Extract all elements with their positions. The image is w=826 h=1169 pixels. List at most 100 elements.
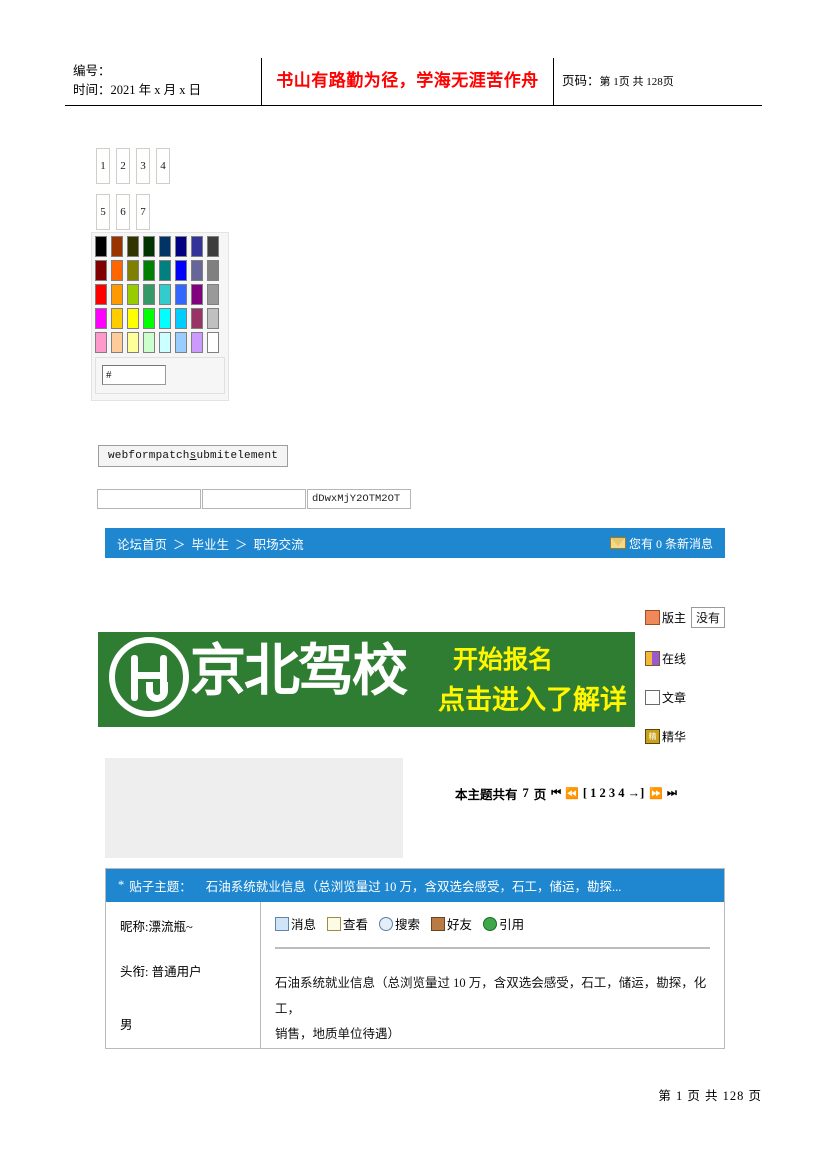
header-motto-cell: 书山有路勤为径，学海无涯苦作舟 — [262, 58, 554, 105]
color-swatch[interactable] — [111, 332, 123, 353]
post-star-marker: * — [118, 878, 124, 893]
pager-unit: 页 — [534, 784, 547, 803]
numbered-box[interactable]: 3 — [136, 148, 150, 184]
stat-moderator: 版主 没有 — [645, 607, 735, 628]
color-swatch[interactable] — [95, 284, 107, 305]
pager-prev-button[interactable]: ⏪ — [565, 787, 578, 800]
breadcrumb-item-career[interactable]: 职场交流 — [254, 534, 304, 553]
color-swatch[interactable] — [207, 332, 219, 353]
stat-online: 在线 — [645, 650, 735, 667]
color-swatch[interactable] — [207, 236, 219, 257]
color-swatch[interactable] — [207, 284, 219, 305]
numbered-box-group: 1 2 3 4 5 6 7 — [96, 148, 170, 240]
color-swatch[interactable] — [143, 260, 155, 281]
color-swatch[interactable] — [111, 308, 123, 329]
color-swatch[interactable] — [191, 260, 203, 281]
header-page-label: 页码： — [562, 74, 600, 88]
post-container: 昵称:漂流瓶~ 头衔: 普通用户 男 消息 查看 搜索 好友 引用 — [105, 902, 725, 1049]
pager-next-button[interactable]: ⏩ — [649, 787, 662, 800]
color-swatch[interactable] — [159, 284, 171, 305]
color-swatch[interactable] — [95, 308, 107, 329]
pager-last-button[interactable]: ⏭ — [667, 787, 676, 800]
numbered-box-row-1: 1 2 3 4 — [96, 148, 170, 184]
color-swatch[interactable] — [191, 332, 203, 353]
numbered-box[interactable]: 6 — [116, 194, 130, 230]
color-swatch[interactable] — [175, 284, 187, 305]
color-swatch-row — [92, 332, 228, 353]
stat-online-label: 在线 — [662, 650, 686, 667]
pager-first-button[interactable]: ⏮ — [551, 787, 560, 800]
form-field-1[interactable] — [97, 489, 201, 509]
color-swatch[interactable] — [207, 308, 219, 329]
banner-subtitle-enroll: 开始报名 — [453, 640, 553, 676]
color-swatch[interactable] — [95, 236, 107, 257]
image-placeholder — [105, 758, 403, 858]
action-quote[interactable]: 引用 — [483, 914, 524, 933]
color-picker-panel[interactable] — [91, 232, 229, 401]
color-swatch[interactable] — [143, 236, 155, 257]
breadcrumb: 论坛首页 ＞ 毕业生 ＞ 职场交流 — [117, 534, 304, 553]
color-swatch[interactable] — [127, 260, 139, 281]
page-footer: 第 1 页 共 128 页 — [0, 1085, 762, 1104]
color-swatch[interactable] — [111, 260, 123, 281]
post-subject-text[interactable]: 石油系统就业信息（总浏览量过 10 万，含双选会感受，石工，储运，勘探... — [206, 876, 622, 895]
action-friend[interactable]: 好友 — [431, 914, 472, 933]
color-swatch[interactable] — [159, 308, 171, 329]
color-swatch-row — [92, 308, 228, 329]
color-swatch[interactable] — [175, 332, 187, 353]
banner-subtitle-cta: 点击进入了解详 — [438, 678, 627, 717]
color-swatch[interactable] — [159, 236, 171, 257]
action-message[interactable]: 消息 — [275, 914, 316, 933]
topic-pagination: 本主题共有 7 页 ⏮ ⏪ [ 1 2 3 4 →] ⏩ ⏭ — [455, 784, 676, 803]
breadcrumb-item-graduates[interactable]: 毕业生 — [192, 534, 230, 553]
driving-school-banner[interactable]: 京北驾校 开始报名 点击进入了解详 — [98, 632, 635, 727]
breadcrumb-item-home[interactable]: 论坛首页 — [117, 534, 167, 553]
color-swatch[interactable] — [175, 260, 187, 281]
action-search[interactable]: 搜索 — [379, 914, 420, 933]
color-swatch[interactable] — [175, 236, 187, 257]
color-swatch[interactable] — [127, 236, 139, 257]
form-field-2[interactable] — [202, 489, 306, 509]
color-swatch[interactable] — [127, 308, 139, 329]
numbered-box[interactable]: 7 — [136, 194, 150, 230]
pager-page-list[interactable]: [ 1 2 3 4 →] — [583, 786, 644, 801]
color-swatch[interactable] — [191, 236, 203, 257]
color-swatch[interactable] — [159, 260, 171, 281]
post-action-bar: 消息 查看 搜索 好友 引用 — [275, 914, 710, 933]
moderator-select[interactable]: 没有 — [691, 607, 725, 628]
color-swatch[interactable] — [191, 308, 203, 329]
search-icon — [379, 917, 393, 931]
color-swatch[interactable] — [143, 308, 155, 329]
banner-title: 京北驾校 — [190, 644, 406, 700]
author-nickname: 昵称:漂流瓶~ — [120, 916, 260, 935]
action-search-label: 搜索 — [395, 914, 420, 933]
stat-elite-label: 精华 — [662, 728, 686, 745]
header-date-label: 时间： — [73, 83, 111, 97]
color-swatch[interactable] — [127, 284, 139, 305]
color-swatch[interactable] — [207, 260, 219, 281]
numbered-box[interactable]: 1 — [96, 148, 110, 184]
action-view[interactable]: 查看 — [327, 914, 368, 933]
new-message-indicator[interactable]: 您有 0 条新消息 — [610, 535, 713, 552]
color-swatch[interactable] — [111, 236, 123, 257]
color-swatch[interactable] — [95, 260, 107, 281]
header-motto: 书山有路勤为径，学海无涯苦作舟 — [276, 71, 539, 90]
color-swatch[interactable] — [111, 284, 123, 305]
color-swatch[interactable] — [127, 332, 139, 353]
numbered-box[interactable]: 4 — [156, 148, 170, 184]
color-swatch[interactable] — [143, 284, 155, 305]
header-page-value: 第 1页 共 128页 — [600, 76, 674, 88]
post-author-panel: 昵称:漂流瓶~ 头衔: 普通用户 男 — [106, 902, 261, 1048]
quote-icon — [483, 917, 497, 931]
numbered-box[interactable]: 5 — [96, 194, 110, 230]
color-swatch[interactable] — [175, 308, 187, 329]
author-rank: 头衔: 普通用户 — [120, 961, 260, 980]
color-swatch[interactable] — [191, 284, 203, 305]
numbered-box[interactable]: 2 — [116, 148, 130, 184]
color-swatch[interactable] — [143, 332, 155, 353]
hex-color-input[interactable] — [102, 365, 166, 385]
color-swatch[interactable] — [95, 332, 107, 353]
viewstate-field[interactable]: dDwxMjY2OTM2OT — [307, 489, 411, 509]
webform-submit-button[interactable]: webformpatchsubmitelement — [98, 445, 288, 467]
color-swatch[interactable] — [159, 332, 171, 353]
